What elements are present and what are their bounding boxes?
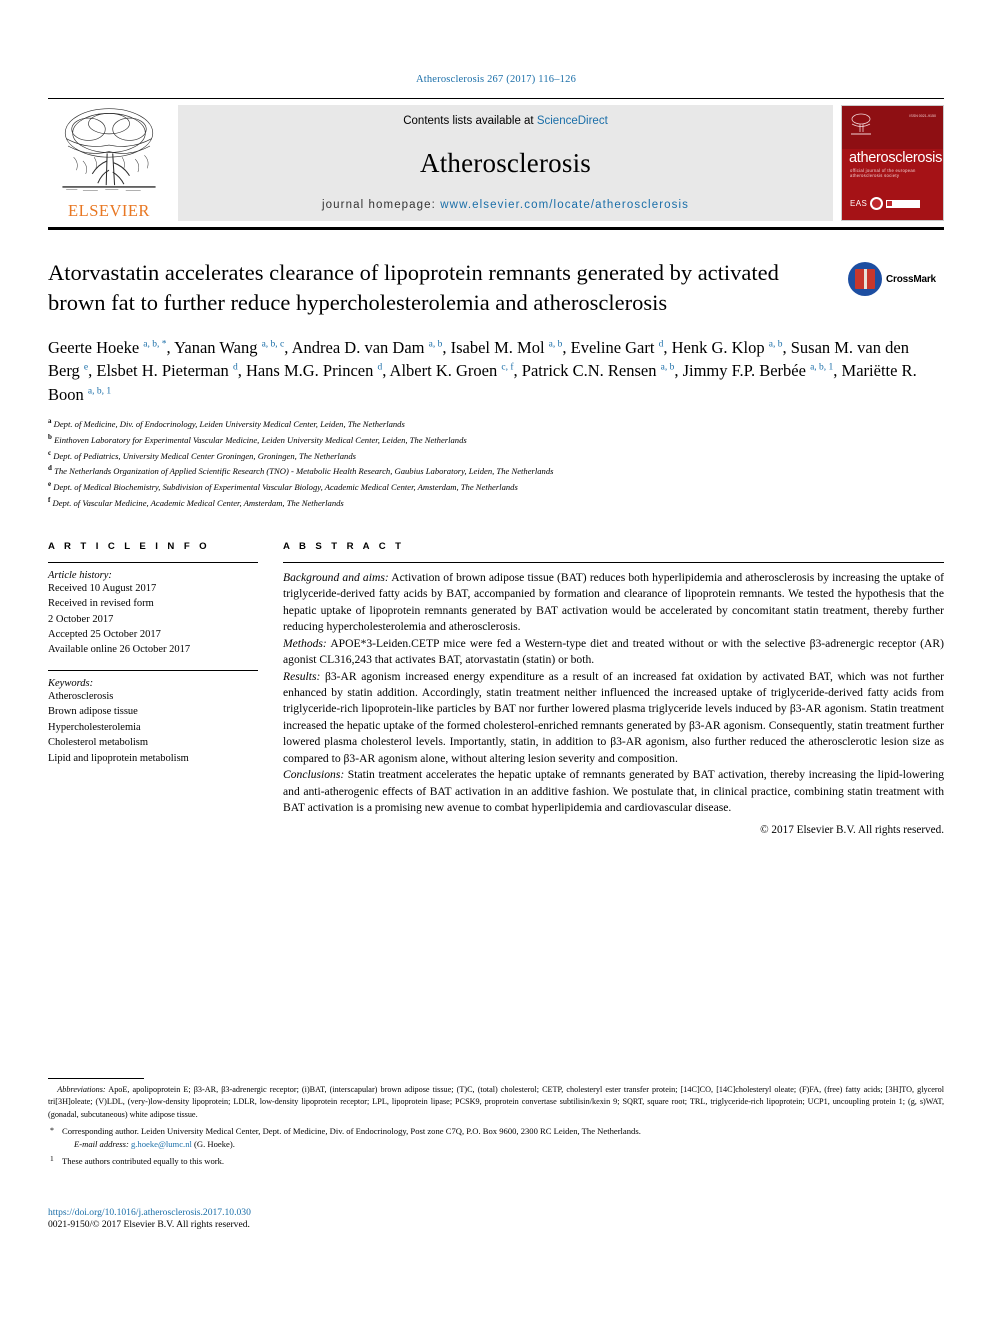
footnote-divider [48, 1078, 144, 1079]
abstract-lead: Results: [283, 669, 321, 683]
cover-society-logo: EAS [850, 197, 921, 210]
eas-label: EAS [850, 199, 868, 208]
running-head: Atherosclerosis 267 (2017) 116–126 [415, 74, 577, 85]
keyword-item: Brown adipose tissue [48, 706, 138, 718]
abstract-lead: Methods: [283, 636, 327, 650]
affiliation-text: Einthoven Laboratory for Experimental Va… [54, 434, 467, 445]
abstract-text: β3-AR agonism increased energy expenditu… [283, 669, 944, 765]
crossmark-label: CrossMark [886, 273, 936, 285]
affiliation-item: b Einthoven Laboratory for Experimental … [48, 432, 944, 448]
abstract-paragraph: Results: β3-AR agonism increased energy … [283, 669, 944, 768]
article-history-line: Received in revised form [48, 598, 154, 610]
affiliation-item: f Dept. of Vascular Medicine, Academic M… [48, 495, 944, 511]
affiliation-text: Dept. of Medical Biochemistry, Subdivisi… [53, 482, 518, 493]
crossmark-badge[interactable]: CrossMark [848, 258, 944, 318]
sciencedirect-link[interactable]: ScienceDirect [537, 115, 608, 127]
keywords-label: Keywords: [48, 677, 94, 689]
article-history-line: Received 10 August 2017 [48, 582, 157, 594]
divider [283, 561, 944, 563]
divider [48, 561, 258, 563]
footnote-mark-star: * [50, 1126, 54, 1136]
abstract-body: Background and aims: Activation of brown… [283, 570, 944, 839]
contents-prefix: Contents lists available at [403, 115, 537, 127]
contents-lists-line: Contents lists available at ScienceDirec… [403, 115, 608, 127]
crossmark-icon [848, 262, 882, 296]
affiliation-mark: e [48, 480, 52, 489]
affiliation-item: a Dept. of Medicine, Div. of Endocrinolo… [48, 416, 944, 432]
eas-bar-icon [886, 199, 921, 208]
keyword-item: Hypercholesterolemia [48, 721, 141, 733]
article-info-heading: A R T I C L E I N F O [48, 540, 211, 552]
article-history-line: 2 October 2017 [48, 613, 114, 625]
keyword-item: Atherosclerosis [48, 690, 114, 702]
article-history-line: Accepted 25 October 2017 [48, 629, 161, 641]
title-block: Atorvastatin accelerates clearance of li… [48, 258, 944, 318]
elsevier-tree-icon [60, 105, 158, 200]
affiliation-text: Dept. of Vascular Medicine, Academic Med… [52, 497, 344, 508]
abstract-heading: A B S T R A C T [283, 540, 405, 552]
abstract-text: Statin treatment accelerates the hepatic… [283, 768, 944, 815]
keyword-item: Lipid and lipoprotein metabolism [48, 752, 189, 764]
affiliation-text: The Netherlands Organization of Applied … [54, 466, 554, 477]
journal-homepage-line: journal homepage: www.elsevier.com/locat… [322, 199, 689, 211]
abstract-text: APOE*3-Leiden.CETP mice were fed a Weste… [283, 636, 944, 667]
abstract-lead: Conclusions: [283, 768, 345, 782]
corresponding-author-note: * Corresponding author. Leiden Universit… [48, 1125, 944, 1151]
equal-contribution-note: 1 These authors contributed equally to t… [48, 1154, 944, 1168]
footnotes-block: Abbreviations: ApoE, apolipoprotein E; β… [48, 1078, 944, 1168]
abstract-paragraph: Methods: APOE*3-Leiden.CETP mice were fe… [283, 636, 944, 669]
affiliation-item: d The Netherlands Organization of Applie… [48, 463, 944, 479]
doi-block: https://doi.org/10.1016/j.atherosclerosi… [48, 1207, 251, 1230]
affiliation-mark: b [48, 432, 52, 441]
affiliation-mark: c [48, 448, 52, 457]
affiliation-mark: a [48, 417, 52, 426]
email-label: E-mail address: [74, 1139, 129, 1150]
eas-disc-icon [870, 197, 884, 210]
abbreviations-note: Abbreviations: ApoE, apolipoprotein E; β… [48, 1084, 944, 1121]
journal-cover-thumbnail: ISSN 0021-9150 atherosclerosis official … [841, 105, 944, 221]
affiliation-text: Dept. of Pediatrics, University Medical … [53, 450, 356, 461]
elsevier-logo: ELSEVIER [48, 105, 170, 221]
affiliation-item: c Dept. of Pediatrics, University Medica… [48, 448, 944, 464]
doi-link[interactable]: https://doi.org/10.1016/j.atherosclerosi… [48, 1207, 251, 1218]
abbreviations-text: ApoE, apolipoprotein E; β3-AR, β3-adrene… [48, 1085, 944, 1119]
corresponding-author-text: Corresponding author. Leiden University … [62, 1126, 641, 1137]
email-line: E-mail address: g.hoeke@lumc.nl (G. Hoek… [62, 1138, 944, 1151]
cover-elsevier-tree-icon [851, 113, 871, 135]
affiliation-mark: f [48, 496, 51, 505]
abbreviations-label: Abbreviations: [57, 1085, 106, 1094]
journal-banner: ELSEVIER Contents lists available at Sci… [48, 98, 944, 230]
affiliation-item: e Dept. of Medical Biochemistry, Subdivi… [48, 479, 944, 495]
abstract-lead: Background and aims: [283, 570, 389, 584]
affiliation-mark: d [48, 464, 52, 473]
journal-article-first-page: Atherosclerosis 267 (2017) 116–126 ELSEV… [0, 0, 992, 1323]
issn-copyright-line: 0021-9150/© 2017 Elsevier B.V. All right… [48, 1219, 250, 1230]
keyword-item: Cholesterol metabolism [48, 737, 149, 749]
equal-contribution-text: These authors contributed equally to thi… [62, 1156, 225, 1167]
abstract-paragraph: Conclusions: Statin treatment accelerate… [283, 767, 944, 816]
cover-journal-name: atherosclerosis [849, 150, 943, 166]
article-history-line: Available online 26 October 2017 [48, 644, 191, 656]
article-info-column: A R T I C L E I N F O Article history: R… [48, 541, 283, 839]
abstract-copyright: © 2017 Elsevier B.V. All rights reserved… [760, 823, 944, 836]
cover-issn: ISSN 0021-9150 [909, 114, 936, 118]
abstract-paragraph: Background and aims: Activation of brown… [283, 570, 944, 636]
footnote-mark-one: 1 [50, 1154, 54, 1164]
article-history-label: Article history: [48, 569, 112, 581]
affiliation-list: a Dept. of Medicine, Div. of Endocrinolo… [48, 416, 944, 511]
page-title: Atorvastatin accelerates clearance of li… [48, 260, 779, 315]
banner-center: Contents lists available at ScienceDirec… [178, 105, 833, 221]
cover-journal-subtitle: official journal of the european atheros… [850, 168, 916, 178]
email-owner: (G. Hoeke). [191, 1139, 235, 1150]
homepage-label: journal homepage: [322, 199, 441, 211]
elsevier-wordmark: ELSEVIER [68, 201, 150, 220]
journal-title: Atherosclerosis [420, 147, 591, 178]
info-abstract-row: A R T I C L E I N F O Article history: R… [48, 541, 944, 839]
email-link[interactable]: g.hoeke@lumc.nl [131, 1139, 192, 1149]
divider [48, 669, 258, 671]
homepage-url-link[interactable]: www.elsevier.com/locate/atherosclerosis [440, 199, 689, 211]
affiliation-text: Dept. of Medicine, Div. of Endocrinology… [53, 418, 405, 429]
abstract-column: A B S T R A C T Background and aims: Act… [283, 541, 944, 839]
author-list: Geerte Hoeke a, b, *, Yanan Wang a, b, c… [48, 337, 917, 404]
